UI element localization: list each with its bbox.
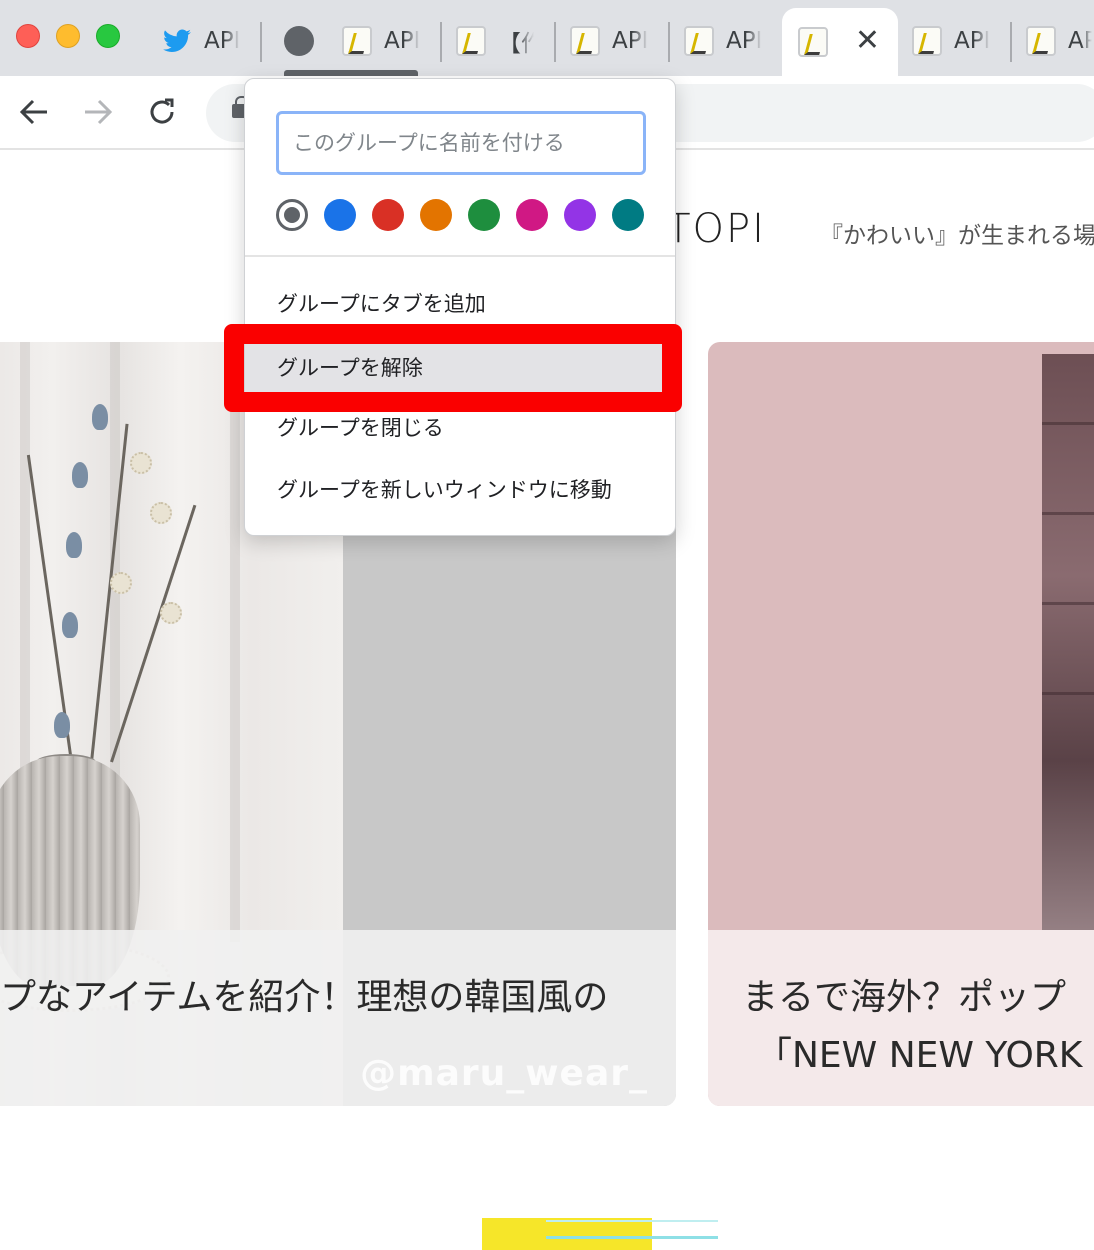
tab-title: API	[204, 28, 240, 54]
tab-active[interactable]: ✕	[782, 8, 898, 76]
color-swatch-blue[interactable]	[324, 199, 356, 231]
dried-flower	[160, 602, 182, 624]
arrow-right-icon	[85, 99, 113, 125]
note-pencil-icon	[912, 26, 942, 56]
color-swatch-cyan[interactable]	[612, 199, 644, 231]
color-swatch-red[interactable]	[372, 199, 404, 231]
close-icon[interactable]: ✕	[855, 26, 880, 56]
tab-title: 【作	[498, 31, 534, 57]
window-zoom-button[interactable]	[96, 24, 120, 48]
card-caption: まるで海外？ポップ 「NEW NEW YORK C	[708, 930, 1094, 1106]
tab-group-editor-menu: グループにタブを追加 グループを解除 グループを閉じる グループを新しいウィンド…	[244, 78, 676, 536]
card-title[interactable]: プなアイテムを紹介！理想の韓国風の	[0, 968, 608, 1020]
tab-group-chip[interactable]	[284, 10, 344, 72]
tab-title: API	[954, 28, 990, 54]
article-card[interactable]: まるで海外？ポップ 「NEW NEW YORK C	[708, 342, 1094, 1106]
color-swatch-green[interactable]	[468, 199, 500, 231]
menu-divider	[245, 255, 675, 257]
back-button[interactable]	[12, 90, 56, 134]
dried-flower	[110, 572, 132, 594]
twitter-bird-icon	[162, 26, 192, 56]
flower-stem	[110, 504, 197, 763]
note-pencil-icon	[456, 26, 486, 56]
reload-button[interactable]	[140, 90, 184, 134]
color-swatch-grey[interactable]	[276, 199, 308, 231]
note-pencil-icon	[342, 26, 372, 56]
tab[interactable]: API	[684, 10, 774, 72]
tab-separator	[1010, 22, 1012, 62]
tab-separator	[440, 22, 442, 62]
tab[interactable]: API	[1026, 10, 1094, 72]
tab[interactable]: 【作	[456, 10, 546, 72]
blue-flower	[92, 404, 108, 430]
tab-separator	[668, 22, 670, 62]
color-swatch-purple[interactable]	[564, 199, 596, 231]
dried-flower	[130, 452, 152, 474]
tab[interactable]: API	[342, 10, 432, 72]
tab-strip: API API 【作 API API ✕ API API	[0, 0, 1094, 76]
tab-title: API	[726, 28, 762, 54]
blue-flower	[54, 712, 70, 738]
reload-icon	[150, 98, 174, 124]
blue-flower	[72, 462, 88, 488]
yellow-banner-strip	[482, 1218, 652, 1250]
arrow-left-icon	[19, 99, 47, 125]
curtain-fold	[230, 342, 240, 942]
tab-separator	[260, 22, 262, 62]
forward-button[interactable]	[76, 90, 120, 134]
brick-line	[1042, 422, 1094, 425]
annotation-highlight-box	[224, 324, 682, 412]
decorative-line	[546, 1220, 718, 1222]
group-name-input[interactable]	[276, 111, 646, 175]
card-title[interactable]: まるで海外？ポップ	[742, 968, 1066, 1020]
tab-title: API	[1068, 28, 1092, 54]
dried-flower	[150, 502, 172, 524]
brick-line	[1042, 512, 1094, 515]
tab-group-color-dot	[284, 26, 314, 56]
tab-separator	[554, 22, 556, 62]
menu-item-add-tab-to-group[interactable]: グループにタブを追加	[245, 275, 675, 331]
color-swatch-orange[interactable]	[420, 199, 452, 231]
tab[interactable]: API	[570, 10, 660, 72]
window-minimize-button[interactable]	[56, 24, 80, 48]
note-pencil-icon	[798, 27, 828, 57]
site-tagline: 『かわいい』が生まれる場	[820, 223, 1094, 249]
blue-flower	[66, 532, 82, 558]
tab[interactable]: API	[912, 10, 1002, 72]
window-close-button[interactable]	[16, 24, 40, 48]
tab[interactable]: API	[162, 10, 252, 72]
blue-flower	[62, 612, 78, 638]
card-title-line2[interactable]: 「NEW NEW YORK C	[756, 1026, 1094, 1078]
brick-line	[1042, 692, 1094, 695]
menu-item-move-group-to-new-window[interactable]: グループを新しいウィンドウに移動	[245, 461, 675, 517]
tab-title: API	[612, 28, 648, 54]
brick-line	[1042, 602, 1094, 605]
note-pencil-icon	[684, 26, 714, 56]
note-pencil-icon	[570, 26, 600, 56]
decorative-line	[546, 1236, 718, 1239]
tab-title: API	[384, 28, 420, 54]
photo-watermark: @maru_wear_	[360, 1053, 648, 1094]
card-caption: プなアイテムを紹介！理想の韓国風の @maru_wear_	[0, 930, 676, 1106]
note-pencil-icon	[1026, 26, 1056, 56]
color-swatch-pink[interactable]	[516, 199, 548, 231]
